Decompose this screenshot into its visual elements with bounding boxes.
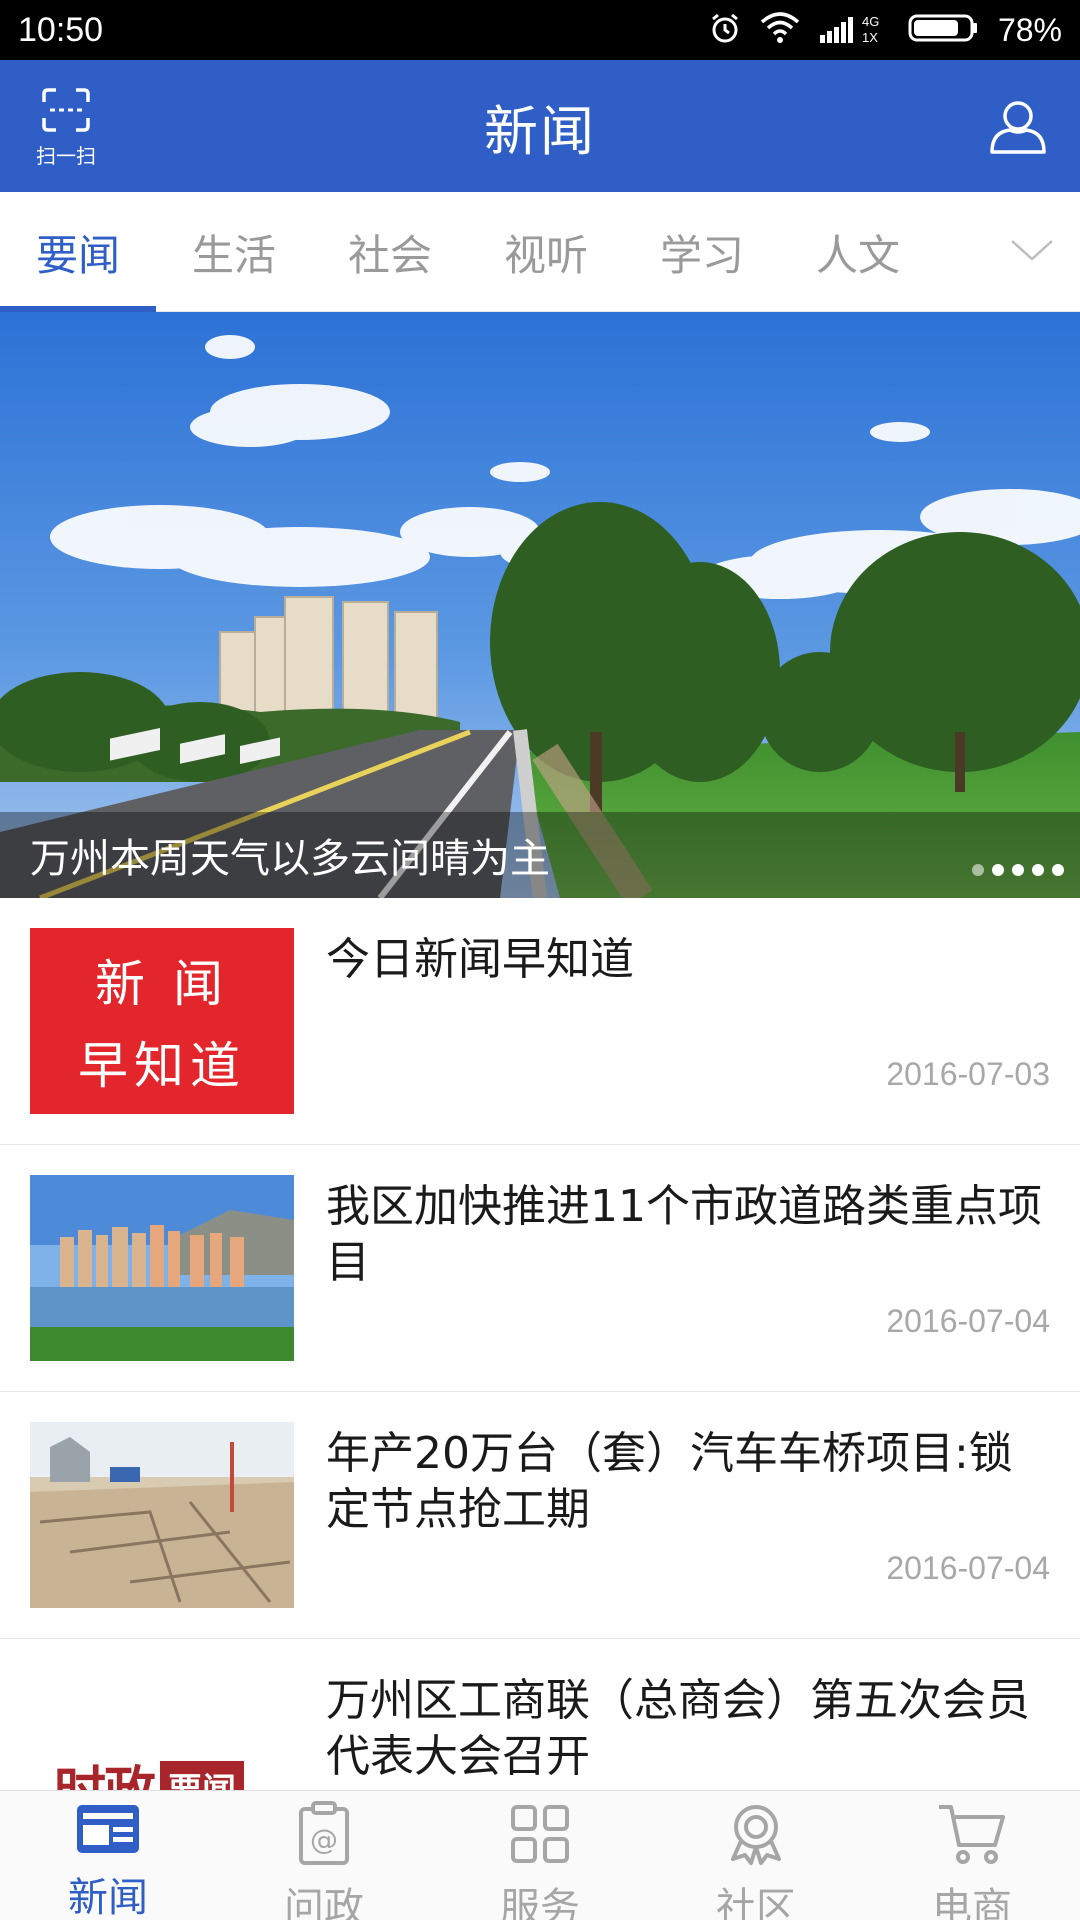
- pagination-dot: [972, 864, 984, 876]
- nav-label: 服务: [500, 1885, 580, 1920]
- user-icon: [986, 101, 1050, 162]
- tab-label: 学习: [659, 230, 744, 280]
- category-tabs: 要闻 生活 社会 视听 学习 人文: [0, 192, 1080, 312]
- tab-label: 要闻: [35, 230, 120, 280]
- sim-text: 1X: [862, 30, 878, 45]
- battery-percent: 78%: [997, 11, 1062, 48]
- news-date: 2016-07-03: [886, 1056, 1050, 1092]
- pagination-dot: [992, 864, 1004, 876]
- app-header: 扫一扫 新闻: [0, 60, 1080, 192]
- community-icon: [723, 1801, 789, 1871]
- tab-label: 人文: [815, 230, 900, 280]
- nav-label: 电商: [932, 1885, 1012, 1920]
- news-title: 今日新闻早知道: [326, 934, 634, 985]
- tab-label: 生活: [191, 230, 276, 280]
- pagination-dot: [1032, 864, 1044, 876]
- thumbnail-text-line2: 早知道: [78, 1037, 246, 1095]
- news-thumbnail: [30, 1175, 294, 1361]
- tab-headlines[interactable]: 要闻: [0, 192, 156, 312]
- news-thumbnail: 新 闻 早知道: [30, 928, 294, 1114]
- status-time: 10:50: [18, 10, 104, 49]
- tab-label: 视听: [503, 230, 588, 280]
- banner-pagination: [972, 864, 1064, 876]
- network-type-text: 4G: [862, 14, 879, 29]
- featured-banner[interactable]: 万州本周天气以多云间晴为主: [0, 312, 1080, 898]
- user-profile-button[interactable]: [986, 94, 1050, 158]
- pagination-dot: [1012, 864, 1024, 876]
- news-title: 年产20万台（套）汽车车桥项目:锁定节点抢工期: [326, 1428, 1013, 1535]
- status-icons: 4G 1X 78%: [708, 11, 1062, 49]
- news-title: 万州区工商联（总商会）第五次会员代表大会召开: [326, 1675, 1030, 1782]
- nav-services[interactable]: 服务: [432, 1791, 648, 1920]
- status-bar: 10:50 4G 1X 78%: [0, 0, 1080, 60]
- nav-ecommerce[interactable]: 电商: [864, 1791, 1080, 1920]
- nav-label: 新闻: [68, 1875, 148, 1920]
- news-list: 新 闻 早知道 今日新闻早知道 2016-07-03 我区加快推进11个市政道路…: [0, 898, 1080, 1886]
- tab-society[interactable]: 社会: [312, 192, 468, 312]
- thumbnail-text-line1: 新 闻: [95, 955, 229, 1013]
- tab-audiovisual[interactable]: 视听: [468, 192, 624, 312]
- tab-humanities[interactable]: 人文: [780, 192, 936, 312]
- news-app-screen: 10:50 4G 1X 78% 扫一扫 新闻 要闻 生活 社会 视听 学习 人文…: [0, 0, 1080, 1920]
- news-thumbnail: [30, 1422, 294, 1608]
- tab-study[interactable]: 学习: [624, 192, 780, 312]
- page-title: 新闻: [484, 99, 596, 163]
- wifi-icon: [760, 12, 800, 48]
- banner-image: [0, 312, 1080, 898]
- svg-text:@: @: [310, 1823, 338, 1856]
- tab-life[interactable]: 生活: [156, 192, 312, 312]
- more-tabs-button[interactable]: [1002, 222, 1062, 282]
- news-icon: [75, 1801, 141, 1861]
- pagination-dot: [1052, 864, 1064, 876]
- news-title: 我区加快推进11个市政道路类重点项目: [326, 1181, 1042, 1288]
- news-date: 2016-07-04: [886, 1303, 1050, 1339]
- clipboard-at-icon: @: [291, 1801, 357, 1871]
- grid-icon: [507, 1801, 573, 1871]
- battery-icon: [908, 12, 980, 48]
- signal-icon: 4G 1X: [818, 11, 890, 49]
- news-item[interactable]: 我区加快推进11个市政道路类重点项目 2016-07-04: [0, 1145, 1080, 1392]
- cart-icon: [937, 1801, 1007, 1871]
- bottom-navigation: 新闻 @ 问政 服务 社区 电商: [0, 1790, 1080, 1920]
- news-item[interactable]: 年产20万台（套）汽车车桥项目:锁定节点抢工期 2016-07-04: [0, 1392, 1080, 1639]
- alarm-icon: [708, 11, 742, 49]
- nav-label: 问政: [284, 1885, 364, 1920]
- scan-button[interactable]: 扫一扫: [28, 86, 104, 168]
- news-item[interactable]: 新 闻 早知道 今日新闻早知道 2016-07-03: [0, 898, 1080, 1145]
- chevron-down-icon: [1010, 237, 1054, 267]
- nav-news[interactable]: 新闻: [0, 1791, 216, 1920]
- scan-label: 扫一扫: [36, 144, 96, 168]
- nav-label: 社区: [716, 1885, 796, 1920]
- nav-inquiry[interactable]: @ 问政: [216, 1791, 432, 1920]
- scan-icon: [40, 86, 92, 138]
- news-date: 2016-07-04: [886, 1550, 1050, 1586]
- banner-caption-bar: 万州本周天气以多云间晴为主: [0, 812, 1080, 898]
- tab-label: 社会: [347, 230, 432, 280]
- nav-community[interactable]: 社区: [648, 1791, 864, 1920]
- banner-caption: 万州本周天气以多云间晴为主: [30, 836, 550, 882]
